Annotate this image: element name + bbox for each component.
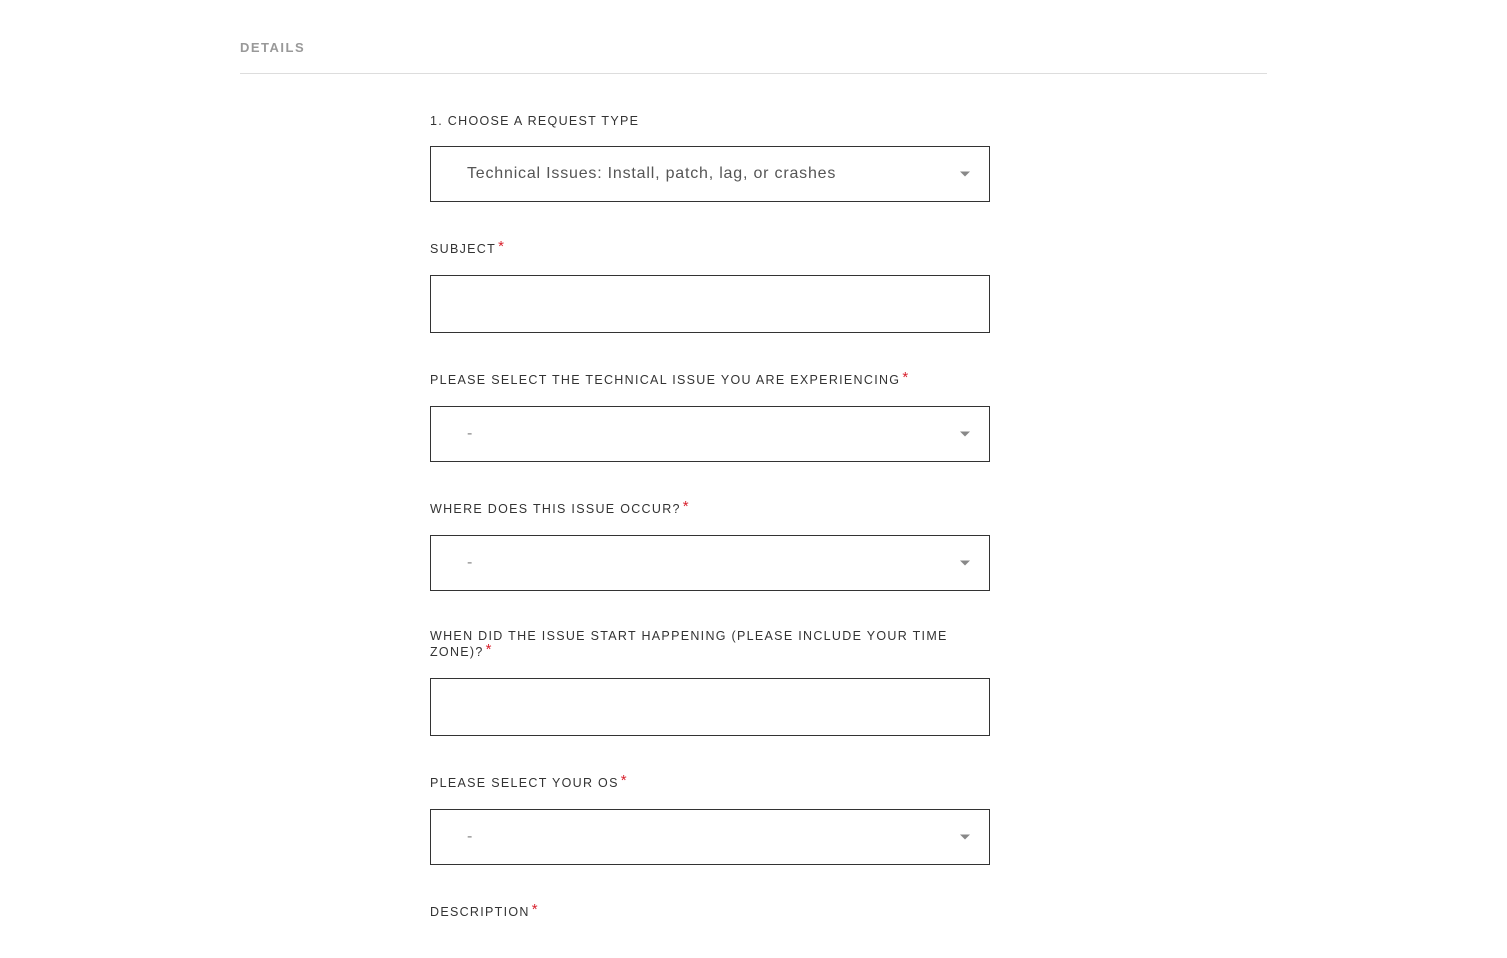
section-header-details: DETAILS bbox=[240, 40, 1267, 74]
field-request-type: 1. CHOOSE A REQUEST TYPE Technical Issue… bbox=[430, 114, 990, 202]
description-label: DESCRIPTION* bbox=[430, 903, 990, 920]
issue-location-selected-value: - bbox=[467, 554, 473, 572]
required-marker: * bbox=[621, 772, 628, 789]
request-type-selected-value: Technical Issues: Install, patch, lag, o… bbox=[467, 165, 836, 183]
os-selected-value: - bbox=[467, 828, 473, 846]
technical-issue-selected-value: - bbox=[467, 425, 473, 443]
issue-location-select[interactable]: - bbox=[430, 535, 990, 591]
subject-label: SUBJECT* bbox=[430, 240, 990, 257]
request-type-select[interactable]: Technical Issues: Install, patch, lag, o… bbox=[430, 146, 990, 202]
description-label-text: DESCRIPTION bbox=[430, 905, 530, 919]
issue-location-label-text: WHERE DOES THIS ISSUE OCCUR? bbox=[430, 502, 681, 516]
technical-issue-label-text: PLEASE SELECT THE TECHNICAL ISSUE YOU AR… bbox=[430, 373, 900, 387]
request-type-label: 1. CHOOSE A REQUEST TYPE bbox=[430, 114, 990, 128]
field-description: DESCRIPTION* bbox=[430, 903, 990, 920]
required-marker: * bbox=[532, 901, 539, 918]
when-started-label-text: WHEN DID THE ISSUE START HAPPENING (PLEA… bbox=[430, 629, 948, 659]
technical-issue-label: PLEASE SELECT THE TECHNICAL ISSUE YOU AR… bbox=[430, 371, 990, 388]
technical-issue-select[interactable]: - bbox=[430, 406, 990, 462]
field-issue-location: WHERE DOES THIS ISSUE OCCUR?* - bbox=[430, 500, 990, 591]
when-started-input[interactable] bbox=[430, 678, 990, 736]
subject-label-text: SUBJECT bbox=[430, 242, 496, 256]
issue-location-label: WHERE DOES THIS ISSUE OCCUR?* bbox=[430, 500, 990, 517]
field-when-started: WHEN DID THE ISSUE START HAPPENING (PLEA… bbox=[430, 629, 990, 736]
required-marker: * bbox=[498, 238, 505, 255]
os-label-text: PLEASE SELECT YOUR OS bbox=[430, 776, 619, 790]
required-marker: * bbox=[486, 641, 493, 658]
os-label: PLEASE SELECT YOUR OS* bbox=[430, 774, 990, 791]
os-select[interactable]: - bbox=[430, 809, 990, 865]
field-os: PLEASE SELECT YOUR OS* - bbox=[430, 774, 990, 865]
required-marker: * bbox=[683, 498, 690, 515]
required-marker: * bbox=[902, 369, 909, 386]
field-technical-issue: PLEASE SELECT THE TECHNICAL ISSUE YOU AR… bbox=[430, 371, 990, 462]
when-started-label: WHEN DID THE ISSUE START HAPPENING (PLEA… bbox=[430, 629, 990, 660]
field-subject: SUBJECT* bbox=[430, 240, 990, 333]
subject-input[interactable] bbox=[430, 275, 990, 333]
